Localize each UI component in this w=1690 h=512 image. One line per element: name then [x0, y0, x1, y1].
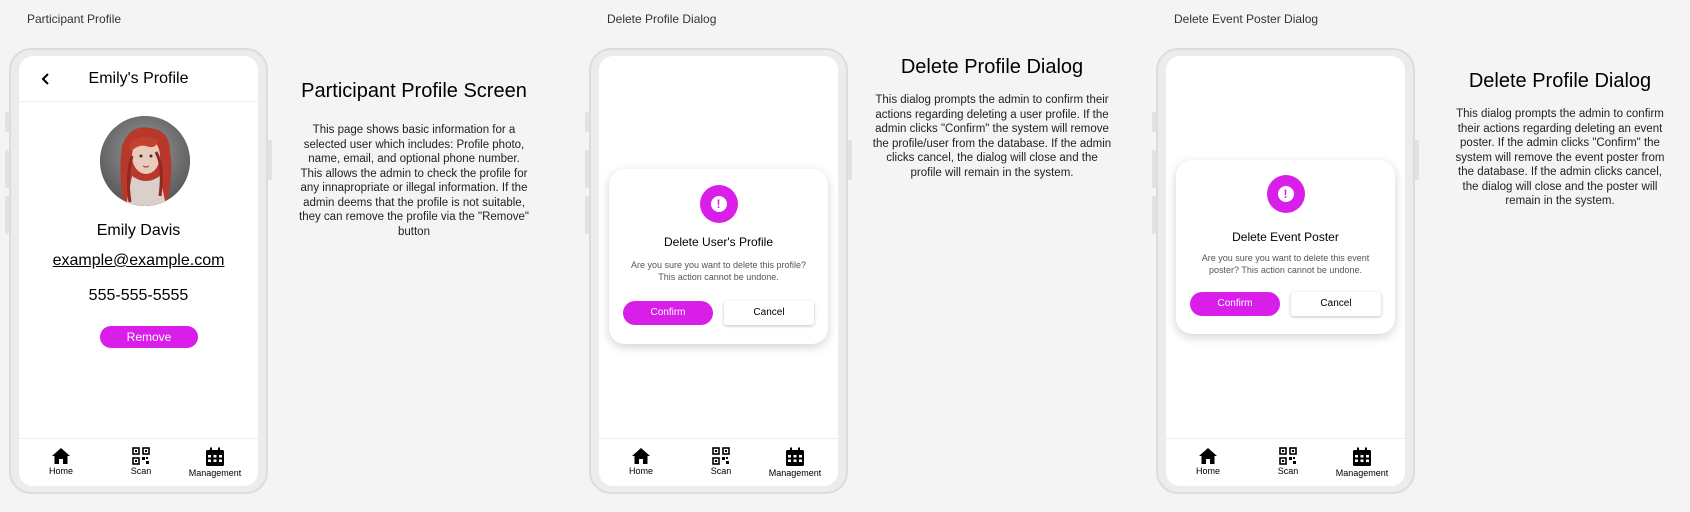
alert-icon: !: [1266, 175, 1305, 213]
home-icon: [632, 448, 650, 464]
participant-name: Emily Davis: [96, 222, 181, 239]
calendar-icon: [1353, 447, 1371, 466]
phone-frame-delete-profile: ! Delete User's Profile Are you sure you…: [585, 48, 852, 494]
qr-scan-icon: [1279, 447, 1297, 465]
avatar: [100, 116, 190, 206]
participant-phone: 555-555-5555: [88, 287, 189, 304]
profile-description: Participant Profile Screen This page sho…: [282, 80, 546, 239]
delete-poster-screen: ! Delete Event Poster Are you sure you w…: [1166, 56, 1405, 486]
nav-home[interactable]: Home: [26, 447, 96, 476]
delete-profile-description: Delete Profile Dialog This dialog prompt…: [872, 56, 1112, 180]
profile-description-title: Participant Profile Screen: [301, 80, 527, 102]
delete-profile-screen: ! Delete User's Profile Are you sure you…: [599, 56, 838, 486]
confirm-button[interactable]: Confirm: [1190, 292, 1280, 316]
remove-button[interactable]: Remove: [100, 326, 198, 348]
bottom-nav: Home Scan Management: [19, 438, 258, 486]
participant-email-link[interactable]: example@example.com: [19, 252, 258, 270]
confirm-button[interactable]: Confirm: [623, 301, 713, 325]
frame-label-delete-profile: Delete Profile Dialog: [607, 12, 717, 26]
delete-poster-description-text: This dialog prompts the admin to confirm…: [1455, 108, 1665, 207]
nav-scan[interactable]: Scan: [1253, 447, 1323, 476]
frame-label-delete-poster: Delete Event Poster Dialog: [1174, 12, 1319, 26]
bottom-nav: Home Scan Management: [1166, 438, 1405, 486]
home-icon: [1199, 448, 1217, 464]
home-icon: [52, 448, 70, 464]
dialog-message: Are you sure you want to delete this eve…: [1201, 253, 1370, 275]
app-header: Emily's Profile: [19, 56, 258, 102]
qr-scan-icon: [712, 447, 730, 465]
calendar-icon: [786, 447, 804, 466]
nav-home[interactable]: Home: [1173, 447, 1243, 476]
nav-scan-label: Scan: [130, 466, 152, 476]
nav-scan[interactable]: Scan: [686, 447, 756, 476]
bottom-nav: Home Scan Management: [599, 438, 838, 486]
delete-profile-dialog: ! Delete User's Profile Are you sure you…: [609, 169, 828, 344]
nav-scan-label: Scan: [1277, 466, 1299, 476]
nav-home[interactable]: Home: [606, 447, 676, 476]
profile-screen: Emily's Profile Emily Davis example@exam…: [19, 56, 258, 486]
dialog-message: Are you sure you want to delete this pro…: [630, 260, 807, 282]
page-title: Emily's Profile: [88, 70, 189, 87]
delete-poster-dialog: ! Delete Event Poster Are you sure you w…: [1176, 160, 1395, 334]
profile-description-text: This page shows basic information for a …: [299, 124, 529, 238]
qr-scan-icon: [132, 447, 150, 465]
nav-management[interactable]: Management: [760, 447, 830, 478]
cancel-button[interactable]: Cancel: [1291, 292, 1381, 316]
dialog-title: Delete Event Poster: [1232, 230, 1339, 244]
phone-frame-profile: Emily's Profile Emily Davis example@exam…: [5, 48, 272, 494]
calendar-icon: [206, 447, 224, 466]
nav-management-label: Management: [188, 468, 242, 478]
phone-frame-delete-poster: ! Delete Event Poster Are you sure you w…: [1152, 48, 1419, 494]
alert-icon: !: [699, 185, 738, 223]
cancel-button[interactable]: Cancel: [724, 301, 814, 325]
nav-home-label: Home: [48, 466, 73, 476]
delete-poster-description: Delete Profile Dialog This dialog prompt…: [1450, 70, 1670, 209]
dialog-title: Delete User's Profile: [664, 235, 773, 249]
delete-profile-description-text: This dialog prompts the admin to confirm…: [872, 94, 1112, 179]
nav-management[interactable]: Management: [1327, 447, 1397, 478]
delete-poster-description-title: Delete Profile Dialog: [1468, 70, 1652, 92]
delete-profile-description-title: Delete Profile Dialog: [900, 56, 1084, 78]
nav-management[interactable]: Management: [180, 447, 250, 478]
nav-scan-label: Scan: [710, 466, 732, 476]
nav-home-label: Home: [1195, 466, 1220, 476]
nav-scan[interactable]: Scan: [106, 447, 176, 476]
nav-management-label: Management: [1335, 468, 1389, 478]
nav-management-label: Management: [768, 468, 822, 478]
frame-label-profile: Participant Profile: [27, 12, 122, 26]
nav-home-label: Home: [628, 466, 653, 476]
